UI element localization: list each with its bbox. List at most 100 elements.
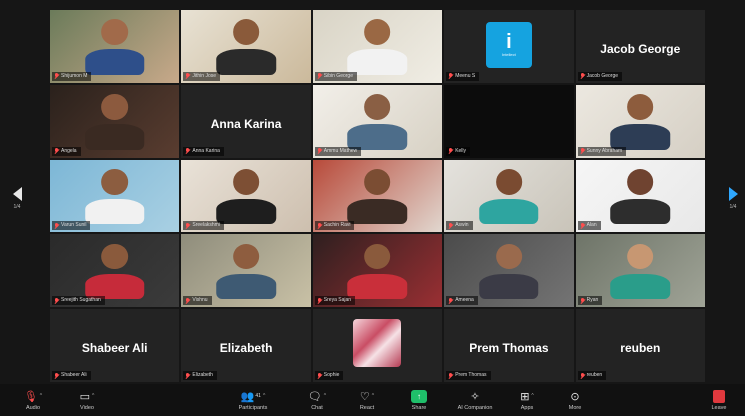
participant-name: Angela (61, 147, 77, 154)
participant-name: Elizabeth (192, 372, 213, 378)
participant-video-person (216, 19, 276, 75)
page-indicator: 1/4 (13, 203, 21, 210)
participant-video-person (610, 94, 671, 150)
participants-button[interactable]: 👥 41 ^ Participants (228, 386, 278, 414)
participant-tile[interactable]: reuben reuben (575, 309, 705, 382)
participant-name-label: Sreelakshmi (183, 221, 224, 231)
participant-name: Varun Sunil (61, 222, 87, 229)
audio-label: Audio (25, 405, 41, 411)
participant-name-label: Shabeer Ali (52, 371, 91, 380)
participant-name: Alan (586, 222, 597, 229)
participant-tile[interactable]: Jithin Jose (181, 10, 311, 83)
apps-icon: ⊞ ^ (520, 390, 534, 403)
participant-name-label: Alan (577, 221, 601, 231)
participants-label: Participants (238, 405, 268, 411)
mic-muted-icon (317, 73, 322, 79)
participant-tile[interactable]: Ameena (444, 234, 574, 308)
participant-video-person (216, 169, 276, 225)
participant-video-person (610, 169, 671, 225)
share-button[interactable]: ↑ Share (394, 386, 444, 414)
mic-muted-icon (185, 148, 190, 154)
ai-companion-button[interactable]: ✧ AI Companion (450, 386, 500, 414)
chat-icon: 🗨 ^ (307, 390, 327, 403)
participant-tile[interactable]: Shijumon M (50, 10, 180, 83)
page-indicator: 1/4 (729, 203, 737, 210)
camera-icon: ▭ ^ (79, 390, 95, 403)
next-page-button[interactable]: 1/4 (724, 183, 742, 213)
participant-tile[interactable]: Kelly (444, 84, 574, 158)
participant-name-label: Sophie (314, 371, 344, 380)
participant-tile[interactable]: Sachin Ravi (312, 159, 443, 233)
arrow-right-icon (728, 186, 738, 201)
participant-name: Meenu S (455, 72, 476, 79)
participant-name: Sreelakshmi (192, 222, 220, 229)
participant-tile[interactable]: Alan (575, 159, 705, 233)
meeting-toolbar: 🎙 ^ Audio ▭ ^ Video 👥 41 ^ Participants 🗨 ^ C… (0, 384, 745, 416)
mic-muted-icon (54, 73, 59, 79)
participant-tile[interactable]: Shabeer Ali Shabeer Ali (50, 309, 180, 382)
mic-muted-icon (580, 222, 585, 229)
participant-name: Sunny Abraham (586, 147, 623, 154)
participant-name-label: Sreejith Sugathan (52, 296, 105, 306)
participant-name-label: Vishnu (183, 296, 212, 306)
mic-muted-icon (54, 148, 59, 154)
participant-video-person (610, 243, 671, 300)
participant-name-label: Prem Thomas (446, 371, 491, 380)
more-icon: ⊙ (570, 390, 580, 403)
more-button[interactable]: ⊙ More (550, 386, 600, 414)
participant-name: Jacob George (586, 72, 619, 79)
participant-tile[interactable]: Sunny Abraham (575, 84, 705, 158)
participant-name: reuben (586, 372, 603, 378)
participant-tile[interactable]: Jacob George Jacob George (575, 10, 705, 83)
participant-tile[interactable]: Sreelakshmi (181, 159, 311, 233)
participant-name-label: Ameena (446, 296, 478, 306)
mic-muted-icon (185, 372, 190, 379)
logo-caption: Intellect (501, 52, 516, 58)
participant-video-person (347, 243, 408, 300)
mic-muted-icon (448, 372, 453, 379)
arrow-left-icon (12, 186, 22, 201)
mic-muted-icon (448, 148, 453, 154)
participant-name-label: Elizabeth (183, 371, 217, 380)
participant-tile[interactable]: Sreejith Sugathan (50, 234, 180, 308)
video-button[interactable]: ▭ ^ Video (62, 386, 112, 414)
apps-button[interactable]: ⊞ ^ Apps (502, 386, 552, 414)
sparkle-icon: ✧ (470, 390, 480, 403)
previous-page-button[interactable]: 1/4 (8, 183, 26, 213)
participant-tile[interactable]: i Intellect Meenu S (444, 10, 574, 83)
participant-display-name: Anna Karina (210, 116, 282, 131)
participant-name: Sophie (323, 372, 340, 378)
participant-tile[interactable]: Ammu Mathew (312, 84, 443, 158)
participant-tile[interactable]: Sibin George (312, 10, 443, 83)
participant-tile[interactable]: Sreya Sajan (312, 234, 443, 308)
leave-button[interactable]: Leave (694, 386, 744, 414)
participant-tile[interactable]: Vishnu (181, 234, 311, 308)
participants-icon: 👥 41 ^ (240, 390, 266, 403)
participant-tile[interactable]: Elizabeth Elizabeth (181, 309, 311, 382)
participant-name-label: Jithin Jose (183, 71, 221, 81)
react-label: React (359, 405, 375, 411)
participant-display-name: reuben (620, 341, 661, 356)
mic-muted-icon (317, 222, 322, 229)
participant-display-name: Shabeer Ali (81, 341, 148, 356)
participant-name: Vishnu (192, 297, 208, 304)
participant-tile[interactable]: Sophie (312, 309, 443, 382)
participant-tile[interactable]: Ryan (575, 234, 705, 308)
participant-video-person (84, 243, 145, 300)
video-label: Video (80, 405, 94, 411)
chat-label: Chat (311, 405, 323, 411)
react-button[interactable]: ♡ ^ React (342, 386, 392, 414)
audio-button[interactable]: 🎙 ^ Audio (8, 386, 58, 414)
participant-video-person (479, 169, 539, 225)
participant-tile[interactable]: Varun Sunil (50, 159, 180, 233)
participant-tile[interactable]: Angela (50, 84, 180, 158)
participant-tile[interactable]: Prem Thomas Prem Thomas (444, 309, 574, 382)
mic-muted-icon (185, 297, 190, 304)
participant-tile[interactable]: Anna Karina Anna Karina (181, 84, 311, 158)
participant-name: Jithin Jose (192, 72, 217, 79)
video-gallery: 1/4 1/4 Shijumon M Jithin Jose Sibin Georg… (0, 0, 745, 384)
chat-button[interactable]: 🗨 ^ Chat (292, 386, 342, 414)
participant-tile[interactable]: Aswin (444, 159, 574, 233)
mic-muted-icon (54, 372, 59, 379)
participant-video-person (84, 94, 145, 150)
